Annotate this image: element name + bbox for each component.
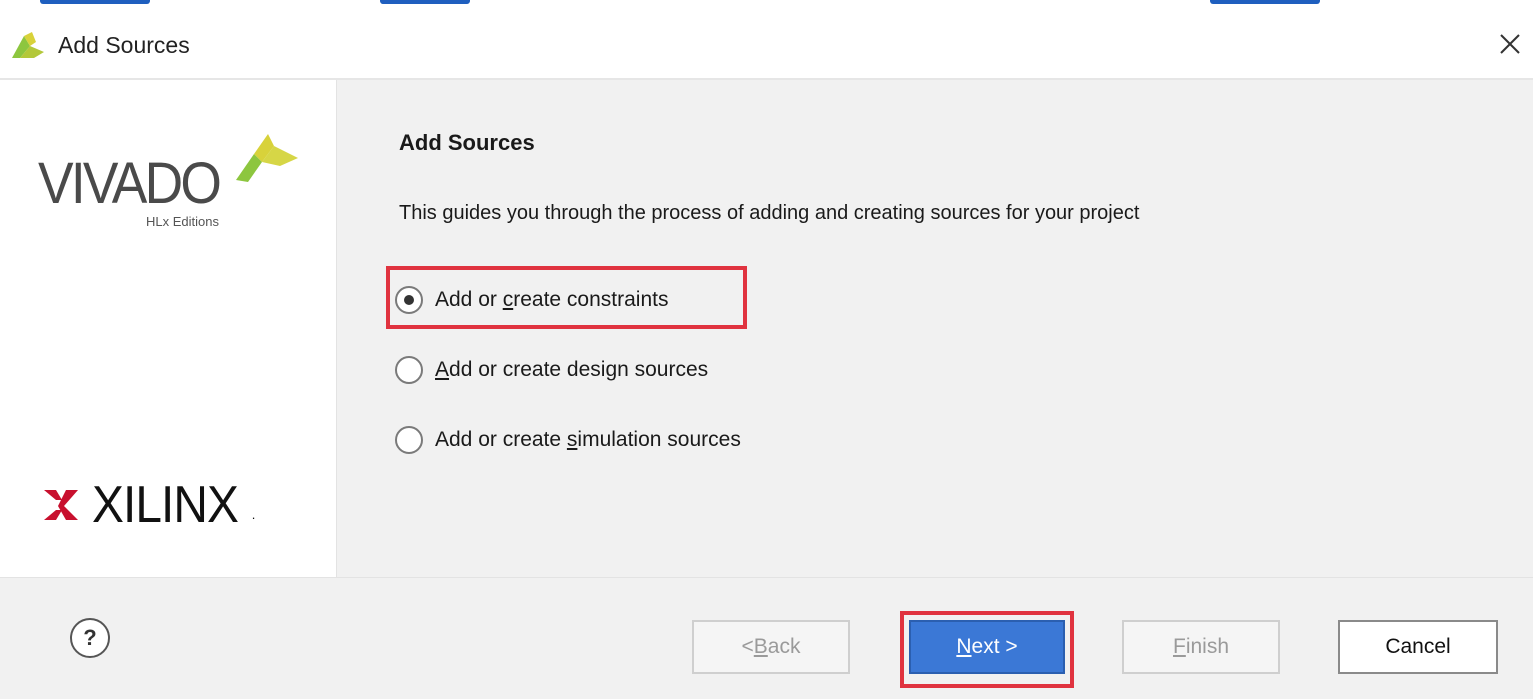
next-button[interactable]: Next > (909, 620, 1065, 674)
brand-panel: VIVADO HLx Editions XILINX . (0, 80, 336, 577)
xilinx-logo-text: XILINX (92, 476, 239, 534)
option-constraints-label: Add or create constraints (435, 288, 669, 311)
close-button[interactable] (1492, 26, 1528, 62)
page-description: This guides you through the process of a… (399, 202, 1140, 224)
xilinx-logo: XILINX . (40, 476, 256, 534)
vivado-app-icon (10, 30, 46, 60)
vivado-logo-text: VIVADO (38, 151, 222, 216)
vivado-logo-icon (232, 124, 300, 184)
cropped-fragment (1210, 0, 1320, 4)
option-design-sources-label: Add or create design sources (435, 358, 709, 381)
finish-button[interactable]: Finish (1122, 620, 1280, 674)
edition-label: HLx Editions (146, 214, 219, 229)
option-design-sources[interactable]: Add or create design sources (395, 352, 708, 388)
help-icon: ? (83, 625, 97, 650)
radio-constraints[interactable] (395, 286, 423, 314)
dialog-footer: ? < Back Next > Finish Cancel (0, 578, 1533, 699)
cancel-button[interactable]: Cancel (1338, 620, 1498, 674)
radio-simulation-sources[interactable] (395, 426, 423, 454)
cropped-fragment (40, 0, 150, 4)
cropped-fragment (380, 0, 470, 4)
option-simulation-sources-label: Add or create simulation sources (435, 428, 741, 451)
page-heading: Add Sources (399, 130, 535, 155)
help-button[interactable]: ? (70, 618, 110, 658)
option-constraints[interactable]: Add or create constraints (395, 282, 668, 318)
option-simulation-sources[interactable]: Add or create simulation sources (395, 422, 741, 458)
cropped-top-strip (0, 0, 1533, 12)
xilinx-logo-suffix: . (251, 507, 256, 522)
dialog-title: Add Sources (58, 32, 190, 58)
radio-design-sources[interactable] (395, 356, 423, 384)
wizard-content: Add Sources This guides you through the … (337, 80, 1533, 577)
back-button[interactable]: < Back (692, 620, 850, 674)
xilinx-logo-icon (40, 484, 82, 526)
dialog-title-bar: Add Sources (0, 12, 1533, 78)
close-icon (1500, 34, 1520, 54)
